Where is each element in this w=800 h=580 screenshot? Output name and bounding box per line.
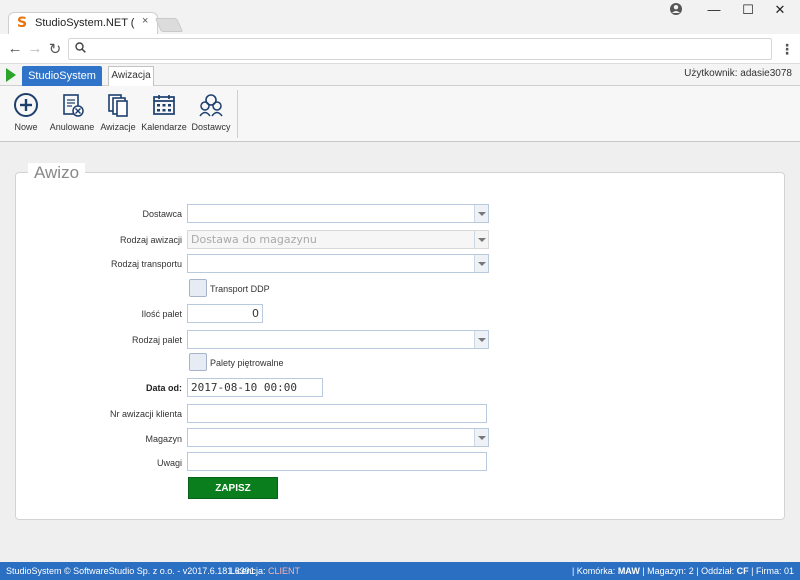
- data-od-label: Data od:: [146, 383, 182, 393]
- address-bar[interactable]: [68, 38, 772, 60]
- license-info: Licencja: CLIENT: [230, 566, 300, 576]
- ilosc-palet-value: 0: [252, 307, 259, 320]
- firma-label: | Firma:: [751, 566, 782, 576]
- profile-icon[interactable]: [664, 2, 688, 19]
- studiosystem-favicon-icon: S: [17, 15, 28, 31]
- search-icon: [75, 42, 86, 56]
- new-tab-button[interactable]: [154, 18, 184, 32]
- ribbon-separator: [237, 90, 238, 138]
- status-magazyn-value: 2: [688, 566, 694, 576]
- data-od-value: 2017-08-10 00:00: [191, 381, 297, 394]
- user-info: Użytkownik: adasie3078: [684, 68, 792, 79]
- license-label: Licencja:: [230, 566, 266, 576]
- panel-title: Awizo: [28, 163, 86, 183]
- firma-value: 01: [783, 566, 794, 576]
- dostawca-select[interactable]: [187, 204, 489, 223]
- calendar-icon: [153, 95, 175, 115]
- dostawcy-label: Dostawcy: [191, 122, 231, 132]
- tab-studiosystem[interactable]: StudioSystem: [22, 66, 102, 86]
- play-icon[interactable]: [6, 68, 16, 82]
- copyright-text: StudioSystem © SoftwareStudio Sp. z o.o.…: [6, 566, 255, 576]
- browser-titlebar: S StudioSystem.NET (c) So × — ☐ ✕: [0, 0, 800, 34]
- rodzaj-palet-label: Rodzaj palet: [131, 335, 182, 345]
- chevron-down-icon[interactable]: [474, 255, 488, 272]
- ilosc-palet-label: Ilość palet: [141, 309, 182, 319]
- ribbon-toolbar: Nowe Anulowane Awizacje Kalendarze Dosta…: [0, 86, 800, 142]
- rodzaj-awizacji-select: Dostawa do magazynu: [187, 230, 489, 249]
- transport-ddp-checkbox[interactable]: [189, 279, 207, 297]
- tab-title: StudioSystem.NET (c) So: [35, 17, 135, 29]
- oddzial-label: | Oddział:: [696, 566, 735, 576]
- app-header: StudioSystem Awizacja Użytkownik: adasie…: [0, 64, 800, 86]
- browser-menu-icon[interactable]: ⋮: [780, 41, 794, 58]
- palety-pietrowalne-checkbox[interactable]: [189, 353, 207, 371]
- back-icon[interactable]: ←: [6, 40, 24, 57]
- plus-circle-icon: [14, 93, 38, 117]
- rodzaj-awizacji-label: Rodzaj awizacji: [119, 235, 182, 245]
- chevron-down-icon[interactable]: [474, 205, 488, 222]
- magazyn-select[interactable]: [187, 428, 489, 447]
- status-bar: StudioSystem © SoftwareStudio Sp. z o.o.…: [0, 562, 800, 580]
- browser-tab[interactable]: S StudioSystem.NET (c) So ×: [8, 12, 158, 34]
- maximize-icon[interactable]: ☐: [736, 2, 760, 18]
- status-magazyn-label: | Magazyn:: [642, 566, 687, 576]
- main-content: Awizo Dostawca Rodzaj awizacji Dostawa d…: [0, 142, 800, 562]
- rodzaj-palet-select[interactable]: [187, 330, 489, 349]
- suppliers-icon: [199, 94, 223, 117]
- reload-icon[interactable]: ↻: [46, 40, 64, 58]
- palety-pietrowalne-label: Palety piętrowalne: [210, 358, 284, 368]
- minimize-icon[interactable]: —: [702, 2, 726, 17]
- browser-toolbar: ← → ↻ ⋮: [0, 34, 800, 64]
- rodzaj-transportu-label: Rodzaj transportu: [110, 259, 182, 269]
- komorka-label: | Komórka:: [571, 566, 616, 576]
- ilosc-palet-input[interactable]: 0: [187, 304, 263, 323]
- context-info: | Komórka: MAW | Magazyn: 2 | Oddział: C…: [572, 566, 794, 576]
- rodzaj-transportu-select[interactable]: [187, 254, 489, 273]
- chevron-down-icon: [474, 231, 488, 248]
- tab-awizacja[interactable]: Awizacja: [108, 66, 154, 86]
- oddzial-value: CF: [736, 566, 749, 576]
- uwagi-label: Uwagi: [156, 458, 182, 468]
- transport-ddp-label: Transport DDP: [210, 284, 270, 294]
- uwagi-input[interactable]: [187, 452, 487, 471]
- data-od-input[interactable]: 2017-08-10 00:00: [187, 378, 323, 397]
- close-window-icon[interactable]: ✕: [768, 2, 792, 18]
- tab-close-icon[interactable]: ×: [142, 15, 148, 27]
- forward-icon[interactable]: →: [26, 40, 44, 57]
- chevron-down-icon[interactable]: [474, 429, 488, 446]
- license-value: CLIENT: [268, 566, 301, 576]
- documents-icon: [108, 94, 128, 117]
- dostawca-label: Dostawca: [142, 209, 182, 219]
- dostawcy-button[interactable]: Dostawcy: [186, 86, 236, 138]
- cancelled-document-icon: [63, 94, 84, 117]
- nr-awizacji-label: Nr awizacji klienta: [109, 409, 182, 419]
- komorka-value: MAW: [617, 566, 640, 576]
- nr-awizacji-input[interactable]: [187, 404, 487, 423]
- rodzaj-awizacji-value: Dostawa do magazynu: [191, 233, 317, 246]
- chevron-down-icon[interactable]: [474, 331, 488, 348]
- magazyn-label: Magazyn: [145, 434, 182, 444]
- save-button[interactable]: ZAPISZ: [188, 477, 278, 499]
